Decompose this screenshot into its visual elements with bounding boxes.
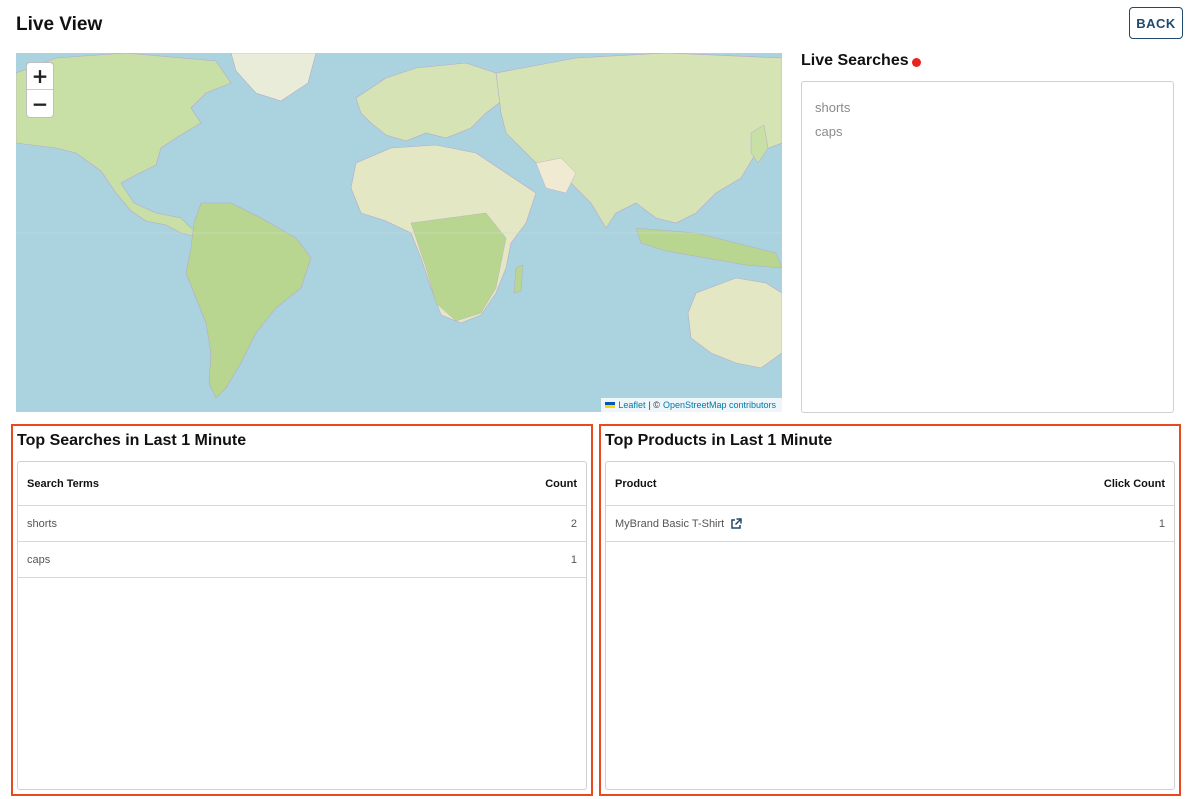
table-header: Product Click Count (606, 462, 1174, 506)
search-count: 2 (570, 517, 577, 530)
column-header-product: Product (615, 477, 657, 490)
search-term: shorts (27, 517, 57, 530)
column-header-click-count: Click Count (1103, 477, 1165, 490)
product-name: MyBrand Basic T-Shirt (615, 517, 725, 530)
map-tiles (16, 53, 782, 412)
column-header-search-terms: Search Terms (27, 477, 99, 490)
live-searches-title: Live Searches (801, 52, 909, 69)
live-search-item: caps (815, 124, 843, 139)
osm-link[interactable]: OpenStreetMap contributors (663, 400, 776, 410)
leaflet-link[interactable]: Leaflet (618, 400, 645, 410)
map-attribution: Leaflet | © OpenStreetMap contributors (601, 398, 782, 412)
world-map[interactable]: + − Leaflet | © OpenStreetMap contributo… (16, 53, 782, 412)
live-search-item: shorts (815, 100, 851, 115)
zoom-in-button[interactable]: + (27, 63, 53, 90)
live-indicator-icon (911, 57, 921, 67)
external-link-icon[interactable] (730, 517, 742, 530)
top-products-table: Product Click Count MyBrand Basic T-Shir… (605, 461, 1175, 790)
search-count: 1 (570, 553, 577, 566)
ukraine-flag-icon (605, 402, 616, 408)
live-searches-list: shorts caps (801, 81, 1174, 413)
live-searches-heading: Live Searches (801, 52, 921, 70)
product-click-count: 1 (1158, 517, 1165, 530)
product-cell: MyBrand Basic T-Shirt (615, 518, 742, 530)
zoom-out-button[interactable]: − (27, 90, 53, 117)
top-products-title: Top Products in Last 1 Minute (605, 432, 833, 449)
zoom-control: + − (26, 62, 54, 118)
top-searches-panel: Top Searches in Last 1 Minute Search Ter… (11, 424, 593, 796)
table-row: shorts 2 (18, 506, 586, 542)
top-searches-table: Search Terms Count shorts 2 caps 1 (17, 461, 587, 790)
table-row: MyBrand Basic T-Shirt 1 (606, 506, 1174, 542)
back-button[interactable]: BACK (1129, 7, 1183, 39)
search-term: caps (27, 553, 51, 566)
table-row: caps 1 (18, 542, 586, 578)
top-products-panel: Top Products in Last 1 Minute Product Cl… (599, 424, 1181, 796)
page-title: Live View (16, 14, 103, 35)
table-header: Search Terms Count (18, 462, 586, 506)
top-searches-title: Top Searches in Last 1 Minute (17, 432, 247, 449)
attribution-separator: | © (648, 400, 660, 410)
column-header-count: Count (545, 477, 577, 490)
